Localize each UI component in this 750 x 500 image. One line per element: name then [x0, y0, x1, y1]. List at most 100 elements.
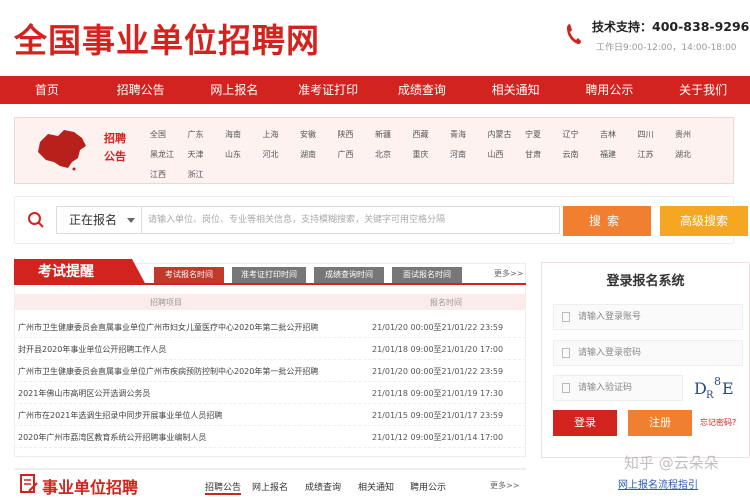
svg-text:8: 8: [714, 375, 721, 388]
exam-row[interactable]: 广州市在2021年选调生招录中同步开展事业单位人员招聘 21/01/15 09:…: [14, 404, 526, 426]
exam-row[interactable]: 封开县2020年事业单位公开招聘工作人员 21/01/18 09:00至21/0…: [14, 338, 526, 360]
tab-online-registration[interactable]: 网上报名: [252, 480, 288, 493]
province-list: 全国 广东 海南 上海 安徽 陕西 新疆 西藏 青海 内蒙古 宁夏 辽宁 吉林 …: [150, 124, 730, 184]
province-link[interactable]: 黑龙江: [150, 149, 188, 160]
province-link[interactable]: 江西: [150, 169, 188, 180]
tab-score-query[interactable]: 成绩查询: [305, 480, 341, 493]
province-link[interactable]: 安徽: [300, 129, 338, 140]
advanced-search-button[interactable]: 高级搜索: [660, 206, 748, 236]
exam-row-time: 21/01/12 09:00至21/01/14 17:00: [372, 433, 504, 442]
password-placeholder: 请输入登录密码: [578, 348, 642, 358]
shield-icon: [562, 383, 570, 393]
captcha-placeholder: 请输入验证码: [578, 383, 633, 393]
main-nav: 首页 招聘公告 网上报名 准考证打印 成绩查询 相关通知 聘用公示 关于我们: [0, 76, 750, 104]
user-icon: [562, 312, 570, 322]
tab-announcements[interactable]: 招聘公告: [205, 480, 242, 495]
province-link[interactable]: 广西: [338, 149, 376, 160]
exam-row-time: 21/01/18 09:00至21/01/20 17:00: [372, 345, 504, 354]
nav-score-query[interactable]: 成绩查询: [375, 76, 469, 104]
nav-announcements[interactable]: 招聘公告: [94, 76, 188, 104]
province-link[interactable]: 吉林: [600, 129, 638, 140]
exam-row-title: 广州市卫生健康委员会直属事业单位广州市妇女儿童医疗中心2020年第二批公开招聘: [18, 323, 319, 332]
nav-online-registration[interactable]: 网上报名: [188, 76, 282, 104]
province-link[interactable]: 内蒙古: [488, 129, 526, 140]
exam-row-time: 21/01/20 00:00至21/01/22 23:59: [372, 323, 504, 332]
province-link[interactable]: 江苏: [638, 149, 676, 160]
province-row: 江西 浙江: [150, 164, 730, 184]
registration-guide-link[interactable]: 网上报名流程指引: [618, 476, 698, 491]
login-button[interactable]: 登录: [553, 410, 617, 436]
province-link[interactable]: 河南: [450, 149, 488, 160]
tab-ticket-print-time[interactable]: 准考证打印时间: [232, 267, 306, 283]
hiring-more-link[interactable]: 更多>>: [490, 480, 519, 491]
province-link[interactable]: 上海: [263, 129, 301, 140]
province-link[interactable]: 辽宁: [563, 129, 601, 140]
site-logo[interactable]: 全国事业单位招聘网: [14, 14, 320, 62]
exam-row[interactable]: 广州市卫生健康委员会直属事业单位广州市疾病预防控制中心2020年第一批公开招聘 …: [14, 360, 526, 382]
password-input[interactable]: 请输入登录密码: [553, 340, 743, 366]
tab-hiring-publicity[interactable]: 聘用公示: [410, 480, 446, 493]
search-icon: [28, 212, 44, 228]
exam-row-title: 2021年佛山市高明区公开选调公务员: [18, 389, 151, 398]
nav-home[interactable]: 首页: [0, 76, 94, 104]
province-link[interactable]: 浙江: [188, 169, 226, 180]
support-label: 技术支持：: [592, 20, 653, 34]
exam-more-link[interactable]: 更多>>: [494, 268, 523, 279]
province-link[interactable]: 北京: [375, 149, 413, 160]
exam-row[interactable]: 2020年广州市荔湾区教育系统公开招聘事业编制人员 21/01/12 09:00…: [14, 426, 526, 448]
exam-row-title: 广州市在2021年选调生招录中同步开展事业单位人员招聘: [18, 411, 223, 420]
province-link[interactable]: 山西: [488, 149, 526, 160]
province-link[interactable]: 湖北: [675, 149, 713, 160]
province-link[interactable]: 重庆: [413, 149, 451, 160]
hiring-section-title: 事业单位招聘: [42, 478, 139, 497]
exam-row-title: 广州市卫生健康委员会直属事业单位广州市疾病预防控制中心2020年第一批公开招聘: [18, 367, 319, 376]
account-input[interactable]: 请输入登录账号: [553, 304, 743, 330]
province-link[interactable]: 甘肃: [525, 149, 563, 160]
status-select[interactable]: 正在报名: [56, 206, 142, 234]
nav-hiring-publicity[interactable]: 聘用公示: [563, 76, 657, 104]
province-link[interactable]: 海南: [225, 129, 263, 140]
captcha-input[interactable]: 请输入验证码: [553, 375, 683, 401]
province-link[interactable]: 山东: [225, 149, 263, 160]
nav-about[interactable]: 关于我们: [656, 76, 750, 104]
forgot-password-link[interactable]: 忘记密码?: [700, 417, 736, 428]
exam-row-time: 21/01/20 00:00至21/01/22 23:59: [372, 367, 504, 376]
province-link[interactable]: 广东: [188, 129, 226, 140]
province-link[interactable]: 四川: [638, 129, 676, 140]
tab-notices[interactable]: 相关通知: [358, 480, 394, 493]
exam-row-time: 21/01/18 09:00至21/01/19 17:30: [372, 389, 504, 398]
watermark: 知乎 @云朵朵: [624, 454, 719, 472]
captcha-image[interactable]: D R 8 E: [690, 374, 740, 400]
exam-row[interactable]: 广州市卫生健康委员会直属事业单位广州市妇女儿童医疗中心2020年第二批公开招聘 …: [14, 316, 526, 338]
tab-score-query-time[interactable]: 成绩查询时间: [314, 267, 384, 283]
province-link[interactable]: 福建: [600, 149, 638, 160]
province-link[interactable]: 湖南: [300, 149, 338, 160]
province-link[interactable]: 西藏: [413, 129, 451, 140]
login-title: 登录报名系统: [606, 274, 685, 289]
province-link[interactable]: 陕西: [338, 129, 376, 140]
nav-admission-ticket[interactable]: 准考证打印: [281, 76, 375, 104]
exam-row[interactable]: 2021年佛山市高明区公开选调公务员 21/01/18 09:00至21/01/…: [14, 382, 526, 404]
nav-notices[interactable]: 相关通知: [469, 76, 563, 104]
province-link[interactable]: 天津: [188, 149, 226, 160]
exam-reminder-title: 考试提醒: [14, 259, 146, 285]
status-select-value: 正在报名: [69, 213, 118, 227]
province-link[interactable]: 青海: [450, 129, 488, 140]
tab-interview-registration-time[interactable]: 面试报名时间: [392, 267, 462, 283]
province-link[interactable]: 新疆: [375, 129, 413, 140]
tab-registration-time[interactable]: 考试报名时间: [154, 267, 224, 283]
province-link[interactable]: 宁夏: [525, 129, 563, 140]
province-link[interactable]: 云南: [563, 149, 601, 160]
register-button[interactable]: 注册: [628, 410, 692, 436]
support-info: 技术支持：400-838-9296: [592, 18, 749, 35]
svg-text:D: D: [694, 379, 707, 398]
column-header-time: 报名时间: [430, 298, 462, 307]
province-link[interactable]: 贵州: [675, 129, 713, 140]
province-link[interactable]: 全国: [150, 129, 188, 140]
province-link[interactable]: 河北: [263, 149, 301, 160]
search-input[interactable]: 请输入单位、岗位、专业等相关信息，支持模糊搜索，关键字可用空格分隔: [142, 206, 560, 234]
region-label: 招聘公告: [104, 132, 126, 163]
svg-text:R: R: [706, 390, 714, 400]
search-button[interactable]: 搜索: [563, 206, 651, 236]
support-hours: 工作日9:00-12:00，14:00-18:00: [596, 43, 737, 53]
